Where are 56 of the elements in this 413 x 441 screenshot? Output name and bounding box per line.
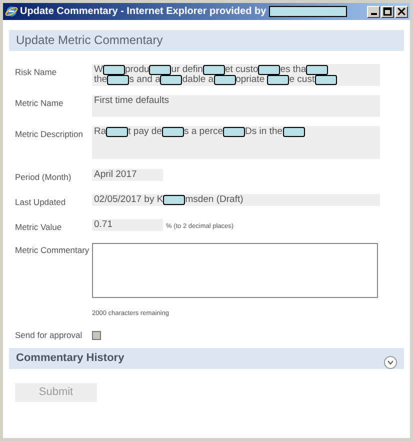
value-text: 0.71: [94, 220, 112, 230]
browser-icon: [5, 5, 18, 18]
close-button[interactable]: [395, 6, 408, 18]
value-text: Ra: [94, 127, 106, 137]
redaction-mark: [107, 75, 130, 85]
redaction-mark: [282, 127, 305, 137]
maximize-button[interactable]: [381, 6, 394, 18]
redaction-mark: [149, 65, 172, 75]
redaction-mark: [106, 127, 128, 137]
redaction-mark: [102, 65, 125, 75]
value-text: Ds in the: [245, 127, 283, 137]
minimize-button[interactable]: [367, 6, 380, 18]
value-text: dable a: [182, 75, 214, 85]
value-text: msden (Draft): [185, 194, 244, 205]
value-text: 02/05/2017 by K: [94, 194, 164, 205]
chevron-icon[interactable]: [384, 356, 397, 369]
field-label: Send for approval: [15, 329, 84, 342]
redaction-mark: [306, 65, 328, 75]
value-text: s and a: [129, 75, 160, 85]
window-title: Update Commentary - Internet Explorer provided by: [20, 5, 266, 19]
approval-checkbox[interactable]: [92, 331, 101, 340]
redaction-mark: [223, 127, 246, 137]
redaction-mark: [163, 194, 186, 205]
value-text: produ: [124, 65, 150, 75]
value-text: s a perce: [184, 127, 224, 137]
value-text: t pay de: [128, 127, 162, 137]
field-label: Risk Name: [15, 66, 58, 79]
redaction-mark: [267, 75, 290, 85]
value-text: et custo: [224, 65, 258, 75]
close-icon: [397, 7, 406, 16]
value-text: es tha: [280, 65, 306, 75]
redaction-mark: [214, 75, 236, 85]
value-text: April 2017: [94, 170, 137, 180]
value-text: First time defaults: [94, 96, 169, 106]
section-title: Commentary History: [16, 351, 124, 366]
history-header[interactable]: Commentary History: [9, 348, 404, 369]
field-label: Last Updated: [15, 196, 67, 208]
value-text: opriate: [236, 75, 266, 85]
minimize-icon: [370, 12, 376, 14]
redaction-mark: [202, 65, 225, 75]
section-header: Update Metric Commentary: [9, 30, 404, 51]
field-label: Metric Name: [15, 97, 64, 110]
field-label: Metric Value: [15, 220, 63, 234]
redaction-mark: [258, 65, 280, 75]
field-label: Period (Month): [15, 171, 72, 184]
commentary-field[interactable]: [92, 243, 378, 298]
redaction-mark: [314, 75, 337, 85]
value-text: ur defin: [171, 65, 203, 75]
redaction-mark: [162, 127, 184, 137]
field-label: Metric Commentary: [15, 244, 90, 258]
value-text: W: [94, 65, 103, 75]
field-label: Metric Description: [15, 128, 84, 141]
redaction-mark: [160, 75, 182, 85]
value-text: the: [94, 75, 108, 85]
maximize-icon: [383, 7, 392, 16]
value-text: e cust: [289, 75, 315, 85]
